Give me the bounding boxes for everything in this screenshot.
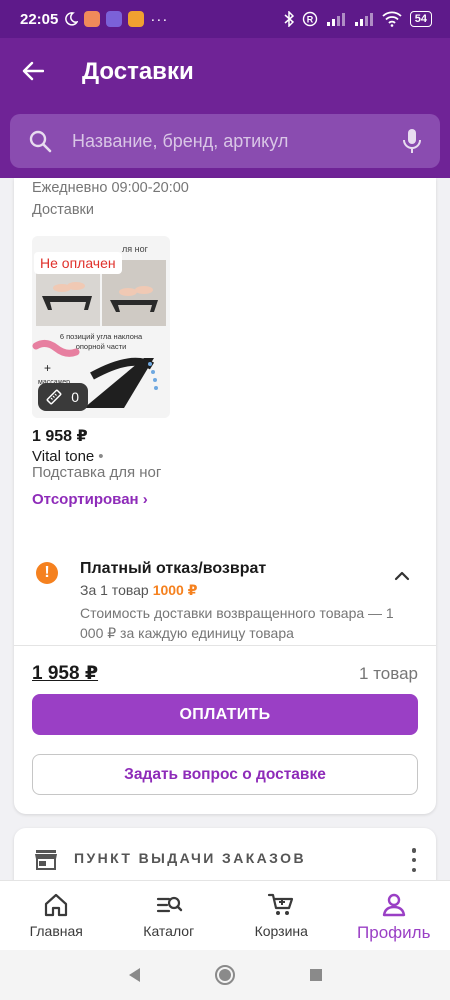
product-brand[interactable]: Vital tone [32, 448, 94, 465]
search-input[interactable]: Название, бренд, артикул [72, 131, 402, 152]
divider [14, 645, 436, 646]
bottom-navigation: Главная Каталог Корзина Профиль [0, 880, 450, 950]
deliveries-label: Доставки [32, 202, 94, 218]
profile-icon [382, 893, 405, 917]
status-time: 22:05 [20, 10, 59, 28]
refund-description: Стоимость доставки возвращенного товара … [80, 605, 394, 641]
system-navigation-bar [0, 950, 450, 1000]
back-button[interactable] [20, 56, 46, 86]
app-bar: Доставки Название, бренд, артикул [0, 38, 450, 178]
paid-refund-block: ! Платный отказ/возврат За 1 товар 1000 ₽… [14, 550, 436, 646]
svg-text:6 позиций угла наклона: 6 позиций угла наклона [60, 332, 143, 341]
nav-catalog-label: Каталог [143, 923, 195, 939]
svg-text:+: + [44, 361, 51, 375]
nav-catalog[interactable]: Каталог [113, 881, 226, 950]
ruler-icon [46, 389, 62, 405]
viber-icon [106, 11, 123, 27]
app-notification-icon [84, 11, 101, 27]
microphone-icon[interactable] [402, 128, 422, 154]
warning-icon: ! [36, 562, 58, 584]
more-vertical-icon[interactable] [410, 848, 418, 872]
product-name: Подставка для ног [32, 464, 162, 481]
product-count: 0 [71, 389, 79, 405]
svg-text:R: R [307, 15, 314, 25]
moon-icon [65, 12, 79, 26]
nav-home[interactable]: Главная [0, 881, 113, 950]
status-bar: 22:05 ··· R 54 [0, 0, 450, 38]
refund-amount: 1000 ₽ [152, 582, 198, 598]
system-recents-icon[interactable] [308, 967, 324, 983]
refund-title: Платный отказ/возврат [80, 560, 267, 577]
signal-icon-2 [354, 13, 373, 26]
store-icon [35, 850, 57, 870]
signal-icon-1 [326, 13, 345, 26]
pickup-point-card[interactable]: ПУНКТ ВЫДАЧИ ЗАКАЗОВ [14, 828, 436, 888]
nav-home-label: Главная [29, 923, 83, 939]
svg-text:опорной части: опорной части [76, 342, 127, 351]
pay-button[interactable]: ОПЛАТИТЬ [32, 694, 418, 735]
delivery-status-link[interactable]: Отсортирован › [32, 491, 148, 508]
more-notifications-icon: ··· [150, 10, 169, 28]
refund-per-item-label: За 1 товар [80, 582, 149, 598]
items-count: 1 товар [359, 664, 418, 683]
wifi-icon [382, 11, 402, 27]
delivery-hours: Ежедневно 09:00-20:00 [32, 180, 189, 196]
product-count-badge: 0 [38, 383, 88, 411]
notification-icons: ··· [64, 11, 168, 28]
order-total: 1 958 ₽ [32, 663, 99, 684]
ask-delivery-question-button[interactable]: Задать вопрос о доставке [32, 754, 418, 795]
refund-per-item: За 1 товар 1000 ₽ [80, 582, 197, 599]
product-price: 1 958 ₽ [32, 428, 88, 445]
product-brand-line: Vital tone • [32, 448, 104, 465]
mail-notification-icon [128, 11, 145, 27]
nav-profile-label: Профиль [357, 923, 431, 942]
cart-icon [268, 893, 294, 915]
battery-indicator: 54 [409, 11, 432, 27]
bluetooth-icon [284, 11, 294, 27]
system-home-icon[interactable] [214, 964, 236, 986]
system-back-icon[interactable] [126, 966, 142, 984]
home-icon [45, 893, 68, 917]
search-bar[interactable]: Название, бренд, артикул [10, 114, 440, 168]
registered-icon: R [302, 11, 317, 27]
nav-profile[interactable]: Профиль [338, 881, 450, 950]
page-title: Доставки [82, 58, 194, 85]
system-indicators: R 54 [284, 11, 432, 27]
arrow-left-icon [22, 61, 44, 81]
unpaid-badge: Не оплачен [34, 252, 122, 274]
brand-separator: • [98, 448, 104, 465]
nav-cart-label: Корзина [254, 923, 308, 939]
chevron-up-icon[interactable] [392, 566, 412, 586]
pickup-point-label: ПУНКТ ВЫДАЧИ ЗАКАЗОВ [74, 850, 306, 866]
delivery-card: Ежедневно 09:00-20:00 Доставки ля ног 6 … [14, 178, 436, 814]
nav-cart[interactable]: Корзина [225, 881, 338, 950]
catalog-search-icon [156, 896, 182, 913]
search-icon [29, 130, 52, 153]
image-caption-top: ля ног [122, 244, 149, 254]
